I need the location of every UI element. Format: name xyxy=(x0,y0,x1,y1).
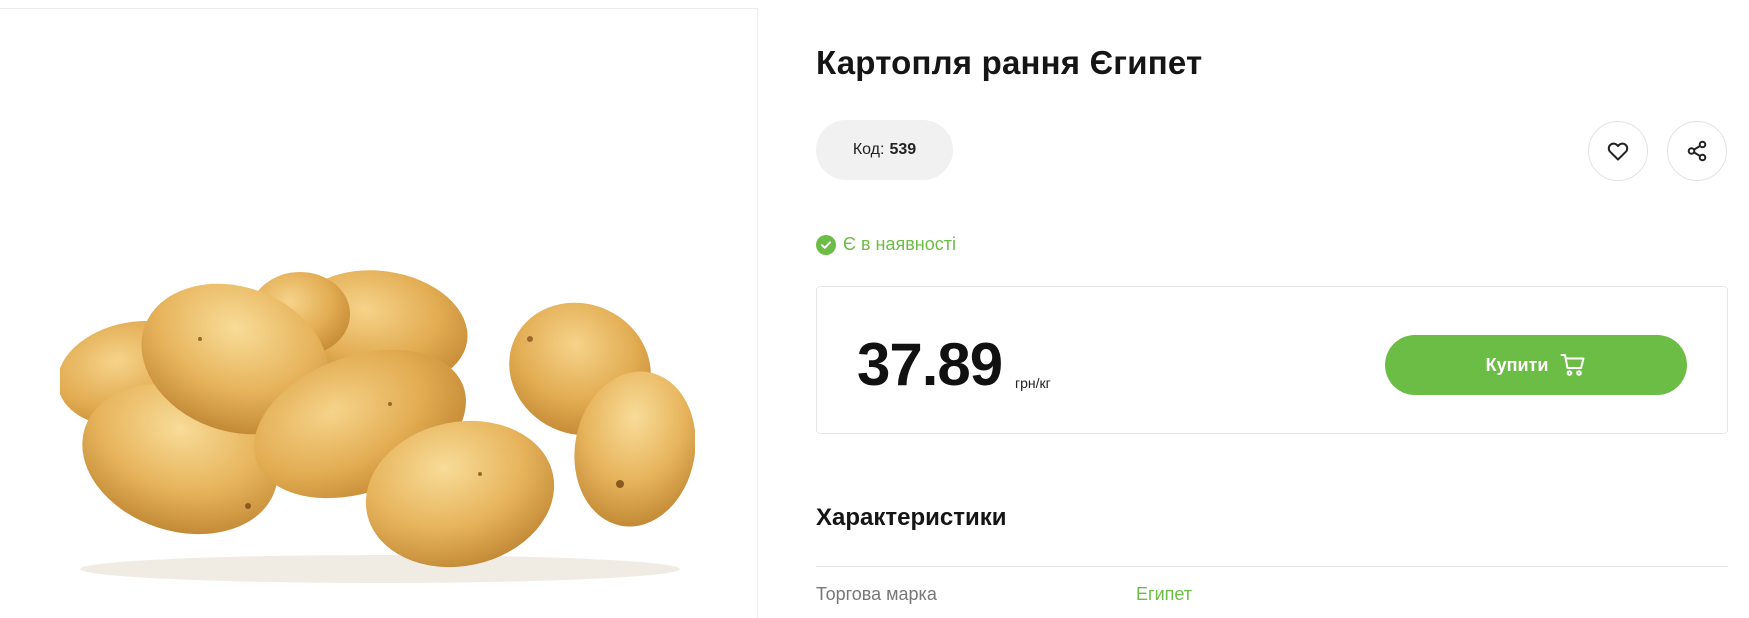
share-icon xyxy=(1687,140,1707,162)
spec-value-brand-link[interactable]: Египет xyxy=(1136,584,1192,605)
product-code-value: 539 xyxy=(889,141,917,158)
favorite-button[interactable] xyxy=(1588,121,1648,181)
product-code-label: Код: xyxy=(852,141,885,158)
price-box: 37.89 грн/кг Купити xyxy=(816,286,1728,434)
share-button[interactable] xyxy=(1667,121,1727,181)
cart-icon xyxy=(1560,354,1585,376)
check-circle-icon xyxy=(816,234,836,255)
stock-status-text: Є в наявності xyxy=(843,234,956,254)
product-image xyxy=(60,270,695,583)
price-unit: грн/кг xyxy=(1015,375,1051,391)
heart-icon xyxy=(1607,142,1629,161)
product-title: Картопля рання Єгипет xyxy=(816,44,1203,81)
buy-button[interactable]: Купити xyxy=(1385,335,1687,395)
specs-heading: Характеристики xyxy=(816,504,1007,531)
product-image-panel xyxy=(0,8,758,618)
specs-divider xyxy=(816,566,1728,567)
buy-button-label: Купити xyxy=(1485,354,1549,375)
price-value: 37.89 xyxy=(857,331,1003,398)
spec-label-brand: Торгова марка xyxy=(816,584,937,604)
stock-status: Є в наявності xyxy=(816,234,956,255)
product-code-badge: Код: 539 xyxy=(816,120,953,180)
